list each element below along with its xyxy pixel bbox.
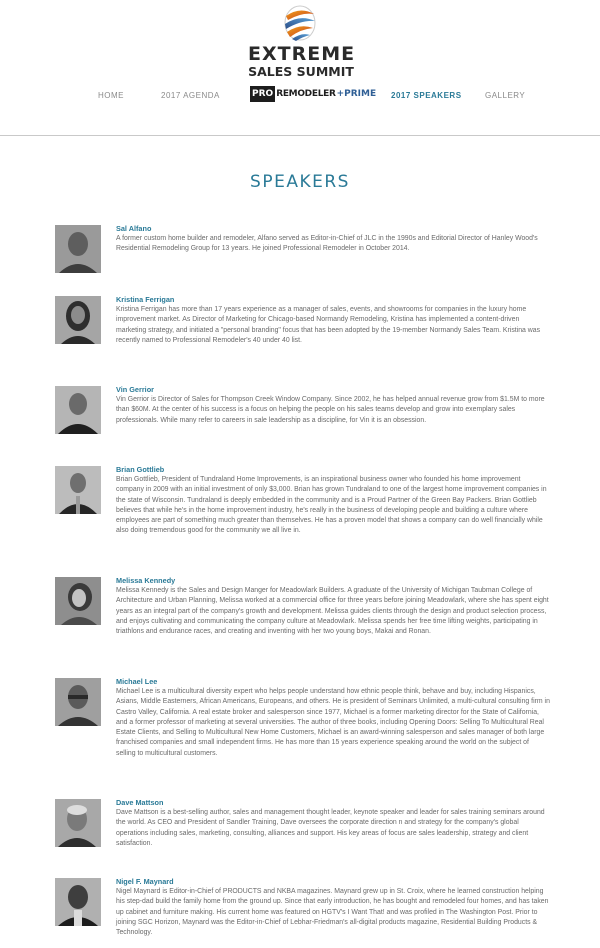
speaker-name[interactable]: Kristina Ferrigan bbox=[116, 295, 550, 305]
speaker-photo bbox=[55, 577, 101, 625]
globe-icon bbox=[282, 4, 318, 44]
speaker-bio: Michael Lee is a multicultural diversity… bbox=[116, 688, 550, 757]
speaker-bio: Dave Mattson is a best-selling author, s… bbox=[116, 809, 545, 847]
speaker-photo bbox=[55, 678, 101, 726]
speaker-photo bbox=[55, 296, 101, 344]
speaker-photo bbox=[55, 386, 101, 434]
speaker-name[interactable]: Michael Lee bbox=[116, 677, 550, 687]
speaker-name[interactable]: Brian Gottlieb bbox=[116, 465, 550, 475]
speaker-photo bbox=[55, 878, 101, 926]
speaker-photo bbox=[55, 466, 101, 514]
speaker-bio: Brian Gottlieb, President of Tundraland … bbox=[116, 476, 547, 535]
nav-2017-agenda[interactable]: 2017 AGENDA bbox=[161, 91, 220, 100]
nav-gallery[interactable]: GALLERY bbox=[485, 91, 525, 100]
nav-2017-speakers[interactable]: 2017 SPEAKERS bbox=[391, 91, 462, 100]
nav-home[interactable]: HOME bbox=[98, 91, 124, 100]
speaker-name[interactable]: Vin Gerrior bbox=[116, 385, 550, 395]
logo-subtitle: SALES SUMMIT bbox=[248, 64, 354, 79]
speaker-bio: Melissa Kennedy is the Sales and Design … bbox=[116, 587, 549, 636]
speaker-name[interactable]: Sal Alfano bbox=[116, 224, 550, 234]
event-logo[interactable]: EXTREME SALES SUMMIT PRO REMODELER +PRIM… bbox=[248, 4, 376, 104]
speaker-name[interactable]: Melissa Kennedy bbox=[116, 576, 550, 586]
logo-title: EXTREME bbox=[248, 43, 356, 65]
speaker-bio: A former custom home builder and remodel… bbox=[116, 235, 538, 253]
speaker-bio: Kristina Ferrigan has more than 17 years… bbox=[116, 306, 541, 344]
speaker-bio: Vin Gerrior is Director of Sales for Tho… bbox=[116, 396, 545, 424]
main-nav: HOME 2017 AGENDA 2017 SPEAKERS GALLERY bbox=[0, 91, 600, 103]
speaker-bio: Nigel Maynard is Editor-in-Chief of PROD… bbox=[116, 888, 549, 937]
speaker-name[interactable]: Dave Mattson bbox=[116, 798, 550, 808]
speaker-photo bbox=[55, 225, 101, 273]
speaker-photo bbox=[55, 799, 101, 847]
site-header: EXTREME SALES SUMMIT PRO REMODELER +PRIM… bbox=[0, 0, 600, 136]
speaker-name[interactable]: Nigel F. Maynard bbox=[116, 877, 550, 887]
page-title: SPEAKERS bbox=[250, 172, 350, 192]
